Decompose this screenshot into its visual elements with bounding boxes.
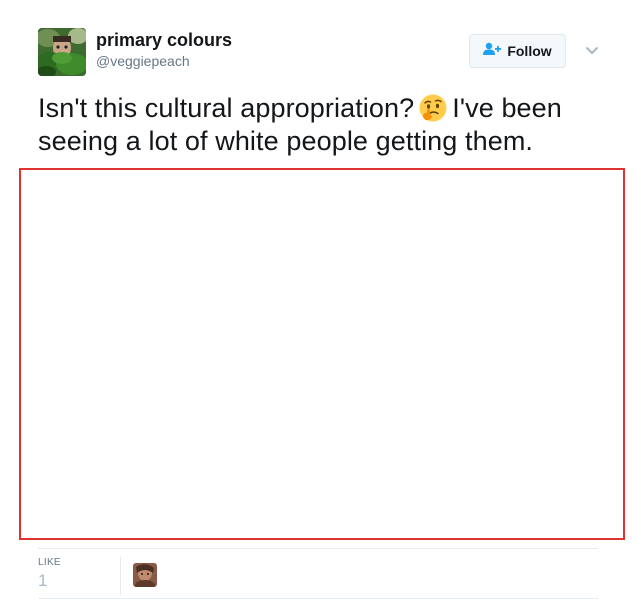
tweet-media-placeholder[interactable] bbox=[19, 168, 625, 540]
likes-label[interactable]: LIKE bbox=[38, 557, 61, 568]
thinking-face-emoji bbox=[418, 93, 448, 123]
tweet-text-segment: I've been bbox=[452, 93, 562, 123]
tweet-text-line-1: Isn't this cultural appropriation? I've … bbox=[38, 92, 618, 125]
likes-count[interactable]: 1 bbox=[38, 571, 47, 591]
author-username[interactable]: @veggiepeach bbox=[96, 53, 190, 69]
follow-label: Follow bbox=[507, 43, 552, 59]
tweet-text-segment: Isn't this cultural appropriation? bbox=[38, 93, 415, 123]
author-display-name[interactable]: primary colours bbox=[96, 30, 232, 51]
author-avatar[interactable] bbox=[38, 28, 86, 76]
add-person-icon bbox=[483, 42, 502, 61]
stats-divider-top bbox=[38, 548, 598, 549]
follow-button[interactable]: Follow bbox=[469, 34, 566, 68]
tweet-text-line-2: seeing a lot of white people getting the… bbox=[38, 126, 534, 156]
chevron-down-icon[interactable] bbox=[584, 44, 600, 56]
stats-vertical-divider bbox=[120, 557, 121, 595]
tweet-text: Isn't this cultural appropriation? I've … bbox=[38, 92, 618, 158]
liker-avatar[interactable] bbox=[133, 563, 157, 587]
